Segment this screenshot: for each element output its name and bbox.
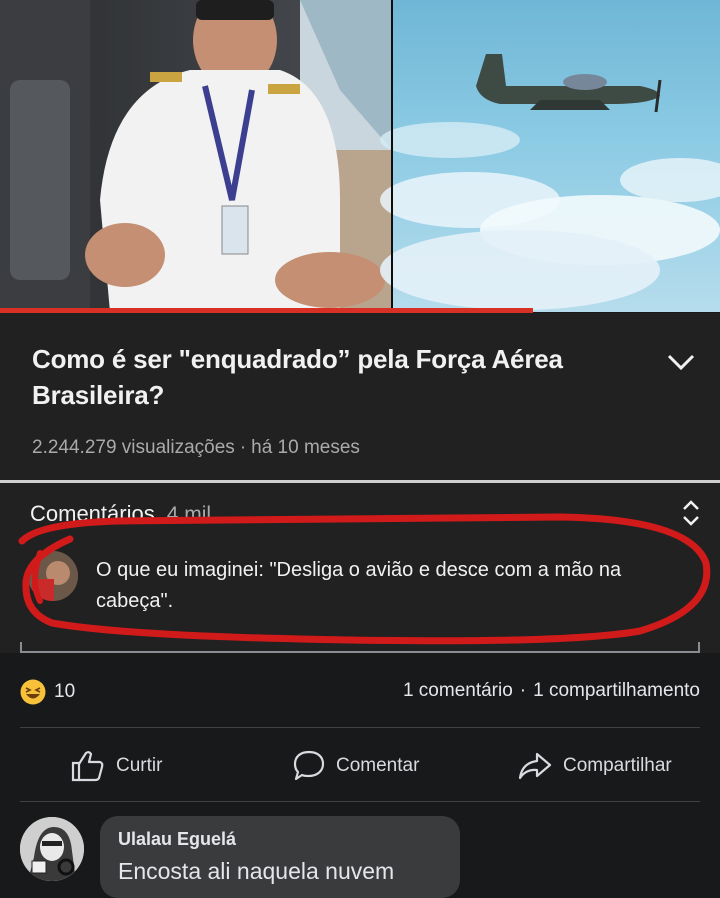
video-thumbnail[interactable] <box>0 0 720 312</box>
speech-bubble-icon <box>293 750 325 781</box>
reaction-summary[interactable]: 10 <box>20 677 75 707</box>
comments-title: Comentários <box>30 501 155 526</box>
expand-collapse-icon[interactable] <box>680 497 702 529</box>
reply-author-avatar[interactable] <box>20 817 84 881</box>
reply-author-name[interactable]: Ulalau Eguelá <box>118 829 236 850</box>
thumbs-up-icon <box>71 751 104 782</box>
comments-header: Comentários 4 mil <box>30 501 211 527</box>
share-count-link[interactable]: 1 compartilhamento <box>533 680 700 701</box>
comments-panel[interactable]: Comentários 4 mil O que eu imaginei: "Des… <box>0 483 720 653</box>
chevron-down-icon[interactable] <box>664 349 698 375</box>
reply-text: Encosta ali naquela nuvem <box>118 858 395 884</box>
video-title: Como é ser "enquadrado” pela Força Aérea… <box>32 344 563 410</box>
video-info-card: Como é ser "enquadrado” pela Força Aérea… <box>0 313 720 480</box>
divider <box>20 727 700 728</box>
comment-count-link[interactable]: 1 comentário <box>403 680 513 701</box>
divider <box>20 801 700 802</box>
share-arrow-icon <box>518 752 552 780</box>
commenter-avatar[interactable] <box>28 551 78 601</box>
comment-label: Comentar <box>336 755 420 776</box>
post-action-bar: Curtir Comentar Compartilhar <box>0 740 720 792</box>
haha-emoji-icon <box>20 679 46 705</box>
comment-button[interactable]: Comentar <box>292 748 419 784</box>
video-meta: 2.244.279 visualizações · há 10 meses <box>32 437 360 458</box>
aircraft-scene <box>380 0 720 312</box>
comments-count: 4 mil <box>166 503 212 526</box>
reply-comment-bubble[interactable]: Ulalau Eguelá Encosta ali naquela nuvem <box>100 816 460 898</box>
like-label: Curtir <box>116 755 163 776</box>
pilot-scene <box>0 0 392 312</box>
reaction-count: 10 <box>54 681 76 702</box>
post-stats[interactable]: 1 comentário · 1 compartilhamento <box>403 680 700 702</box>
like-button[interactable]: Curtir <box>70 748 162 784</box>
top-comment-text: O que eu imaginei: "Desliga o avião e de… <box>96 559 622 612</box>
share-label: Compartilhar <box>563 755 672 776</box>
divider <box>20 642 700 653</box>
share-button[interactable]: Compartilhar <box>517 748 672 784</box>
view-count: 2.244.279 visualizações <box>32 437 235 458</box>
upload-age: há 10 meses <box>251 437 360 458</box>
